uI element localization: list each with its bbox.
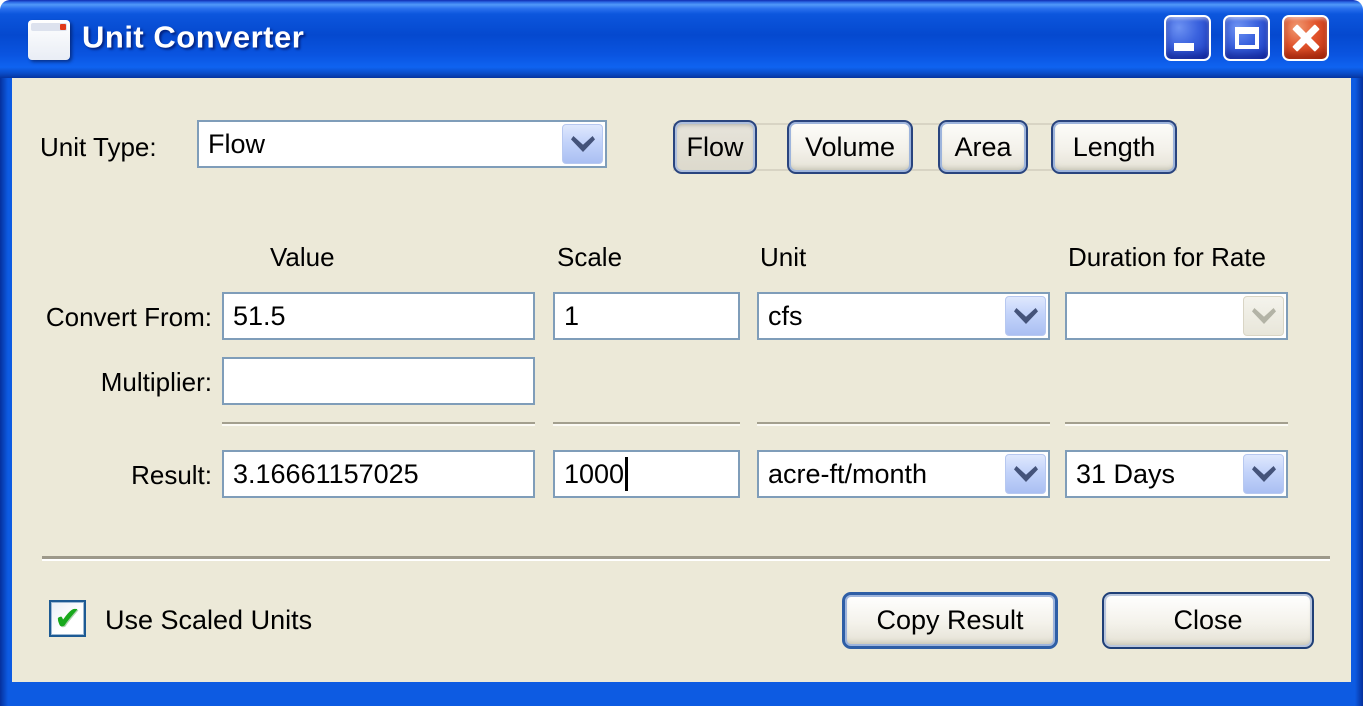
unit-type-label: Unit Type: bbox=[40, 132, 157, 163]
multiplier-input[interactable] bbox=[222, 357, 535, 405]
footer-separator bbox=[42, 556, 1330, 561]
type-button-flow[interactable]: Flow bbox=[673, 120, 757, 174]
title-bar[interactable]: Unit Converter bbox=[0, 0, 1363, 78]
close-button[interactable] bbox=[1282, 15, 1329, 61]
app-icon-close-dot bbox=[60, 24, 66, 30]
window-title: Unit Converter bbox=[82, 20, 304, 56]
convert-from-duration-select bbox=[1065, 292, 1288, 340]
window-controls bbox=[1164, 15, 1329, 61]
chevron-down-icon[interactable] bbox=[1005, 296, 1046, 336]
column-separator bbox=[222, 422, 535, 426]
copy-result-button[interactable]: Copy Result bbox=[842, 592, 1058, 649]
result-label: Result: bbox=[12, 460, 212, 491]
multiplier-label: Multiplier: bbox=[12, 367, 212, 398]
app-window-icon bbox=[28, 20, 70, 60]
text-caret bbox=[625, 457, 628, 491]
column-separator bbox=[1065, 422, 1288, 426]
column-separator bbox=[553, 422, 740, 426]
result-scale-input[interactable]: 1000 bbox=[553, 450, 740, 498]
chevron-down-icon[interactable] bbox=[1243, 454, 1284, 494]
convert-from-label: Convert From: bbox=[12, 302, 212, 333]
use-scaled-units-checkbox[interactable]: ✔ bbox=[49, 600, 86, 637]
column-header-scale: Scale bbox=[557, 242, 622, 273]
use-scaled-units-label: Use Scaled Units bbox=[105, 605, 312, 636]
unit-type-value: Flow bbox=[208, 129, 265, 160]
convert-from-unit-select[interactable]: cfs bbox=[757, 292, 1050, 340]
chevron-down-icon[interactable] bbox=[562, 124, 603, 164]
column-header-value: Value bbox=[270, 242, 335, 273]
type-button-area[interactable]: Area bbox=[938, 120, 1028, 174]
type-button-volume[interactable]: Volume bbox=[787, 120, 913, 174]
maximize-icon bbox=[1235, 27, 1259, 49]
result-value-input[interactable]: 3.16661157025 bbox=[222, 450, 535, 498]
maximize-button[interactable] bbox=[1223, 15, 1270, 61]
column-header-duration: Duration for Rate bbox=[1068, 242, 1266, 273]
dialog-body: Unit Type: Flow Flow Volume Area Length … bbox=[12, 78, 1351, 682]
convert-from-scale-input[interactable]: 1 bbox=[553, 292, 740, 340]
unit-converter-window: Unit Converter Unit Type: Flow Flow bbox=[0, 0, 1363, 706]
result-unit-select[interactable]: acre-ft/month bbox=[757, 450, 1050, 498]
column-header-unit: Unit bbox=[760, 242, 806, 273]
type-button-length[interactable]: Length bbox=[1051, 120, 1177, 174]
check-icon: ✔ bbox=[54, 602, 81, 634]
minimize-button[interactable] bbox=[1164, 15, 1211, 61]
result-duration-select[interactable]: 31 Days bbox=[1065, 450, 1288, 498]
minimize-icon bbox=[1174, 43, 1194, 51]
chevron-down-icon[interactable] bbox=[1005, 454, 1046, 494]
chevron-down-icon bbox=[1243, 296, 1284, 336]
unit-type-select[interactable]: Flow bbox=[197, 120, 607, 168]
close-dialog-button[interactable]: Close bbox=[1102, 592, 1314, 649]
column-separator bbox=[757, 422, 1050, 426]
convert-from-value-input[interactable]: 51.5 bbox=[222, 292, 535, 340]
